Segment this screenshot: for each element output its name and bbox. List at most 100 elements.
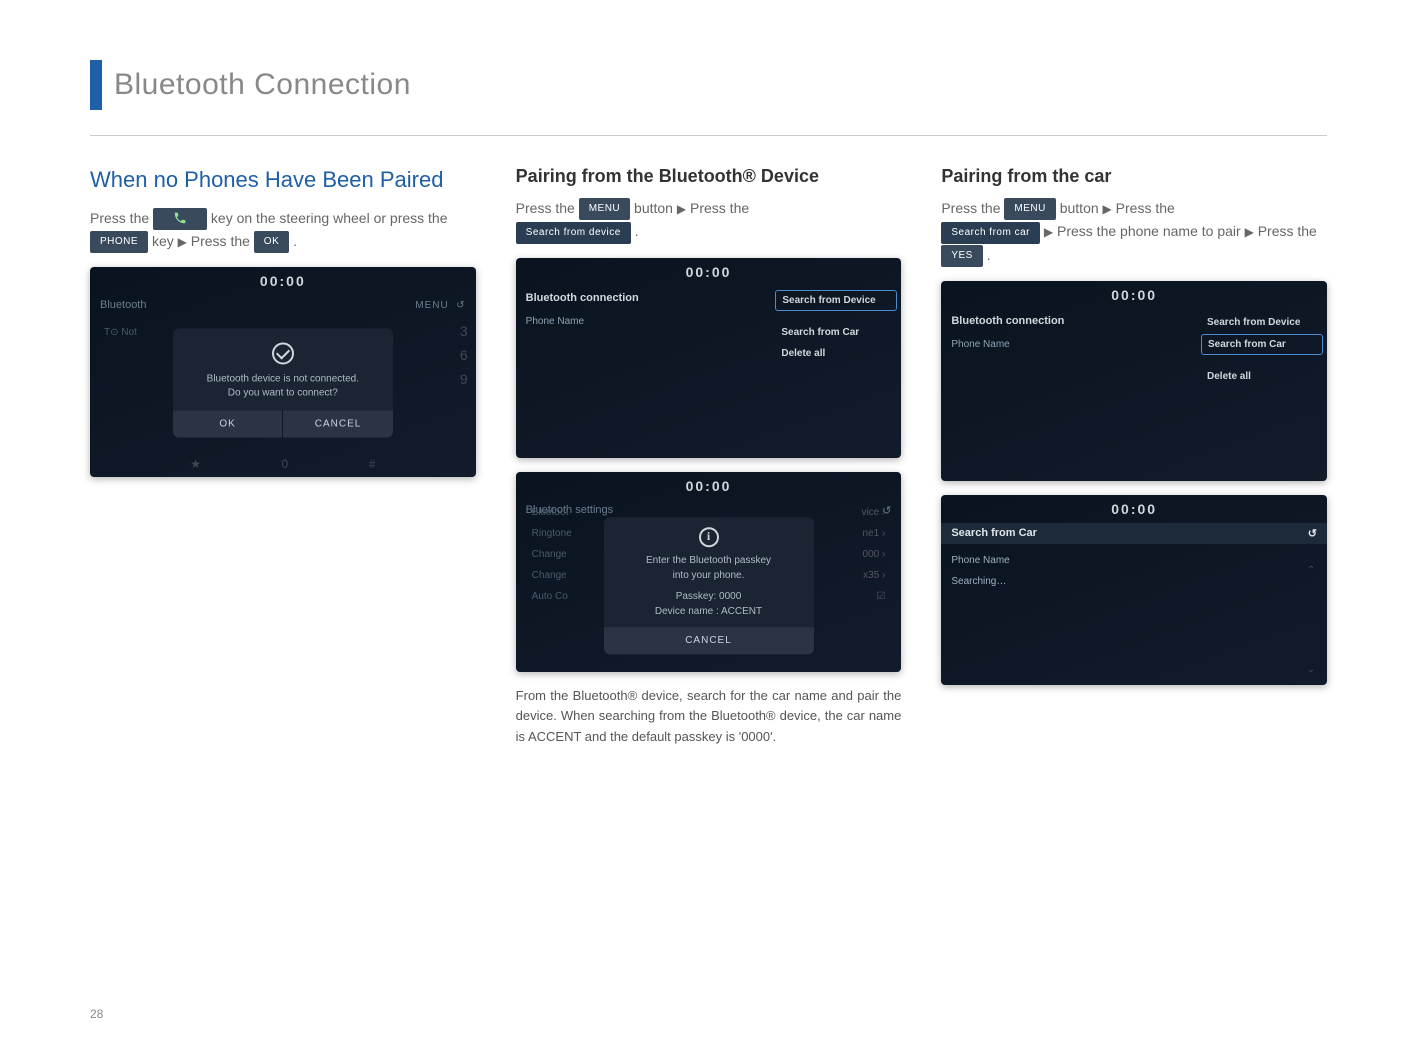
- txt: Press the: [1258, 223, 1317, 239]
- menu-search-from-car[interactable]: Search from Car: [1201, 334, 1323, 355]
- device-clock: 00:00: [941, 495, 1327, 523]
- scroll-arrows: ⌃ ⌄: [1307, 565, 1321, 675]
- list-item-searching: Searching…: [951, 571, 1317, 592]
- menu-delete-all[interactable]: Delete all: [781, 348, 891, 359]
- txt: Press the: [90, 210, 153, 226]
- header-left: Bluetooth: [100, 299, 146, 311]
- yes-key-chip: YES: [941, 245, 983, 267]
- txt: button: [1060, 200, 1103, 216]
- dialog-cancel-button[interactable]: CANCEL: [283, 410, 393, 437]
- arrow-icon: ▶: [178, 235, 187, 249]
- txt: Press the: [1116, 200, 1175, 216]
- menu-delete-all[interactable]: Delete all: [1207, 371, 1317, 382]
- keypad-star[interactable]: ★: [190, 457, 201, 471]
- bt-connection-header: Bluetooth connection: [951, 315, 1187, 327]
- column-3: Pairing from the car Press the MENU butt…: [941, 166, 1327, 748]
- keypad-0[interactable]: 0: [282, 457, 289, 471]
- txt: .: [987, 247, 991, 263]
- keypad-bottom-row: ★ 0 #: [90, 457, 476, 471]
- phone-handset-icon: [173, 211, 187, 225]
- txt: .: [293, 233, 297, 249]
- h3-pairing-from-device: Pairing from the Bluetooth® Device: [516, 166, 902, 187]
- arrow-icon: ▶: [1245, 225, 1254, 239]
- search-from-car-header: Search from Car ↺: [941, 523, 1327, 544]
- page-number: 28: [90, 1007, 103, 1021]
- bt-device-item[interactable]: Phone Name: [951, 335, 1187, 354]
- list-item[interactable]: Phone Name: [951, 550, 1317, 571]
- dialog-ok-button[interactable]: OK: [173, 410, 284, 437]
- dialog-message: Bluetooth device is not connected. Do yo…: [173, 372, 393, 410]
- arrow-icon: ▶: [1044, 225, 1053, 239]
- h2-no-phones-paired: When no Phones Have Been Paired: [90, 166, 476, 195]
- context-menu: Search from Device Search from Car Delet…: [1197, 309, 1327, 382]
- menu-label[interactable]: MENU ↺: [415, 300, 465, 311]
- device-clock: 00:00: [941, 281, 1327, 309]
- ok-key-chip: OK: [254, 231, 289, 253]
- column-1: When no Phones Have Been Paired Press th…: [90, 166, 476, 748]
- paragraph-pairing-note: From the Bluetooth® device, search for t…: [516, 686, 902, 748]
- page-header: Bluetooth Connection: [90, 60, 1327, 110]
- device-screenshot-bt-connection-menu: 00:00 Bluetooth connection Phone Name Se…: [516, 258, 902, 458]
- device-screenshot-passkey-dialog: 00:00 Bluetooth settings ↺ Bluetootvice …: [516, 472, 902, 672]
- h3-pairing-from-car: Pairing from the car: [941, 166, 1327, 187]
- menu-search-from-device[interactable]: Search from Device: [1207, 317, 1317, 328]
- check-icon: [272, 342, 294, 364]
- menu-search-from-device[interactable]: Search from Device: [775, 290, 897, 311]
- columns: When no Phones Have Been Paired Press th…: [90, 166, 1327, 748]
- title-accent-bar: [90, 60, 102, 110]
- device-clock: 00:00: [516, 258, 902, 286]
- bt-connection-header: Bluetooth connection: [526, 292, 762, 304]
- txt: Press the: [941, 200, 1004, 216]
- device-screenshot-not-connected: 00:00 Bluetooth MENU ↺ T⊙ Not 3 6 9 Blue…: [90, 267, 476, 477]
- instruction-text-1: Press the key on the steering wheel or p…: [90, 207, 476, 254]
- call-key-chip: [153, 208, 207, 230]
- menu-search-from-car[interactable]: Search from Car: [781, 327, 891, 338]
- device-screenshot-bt-connection-menu-car: 00:00 Bluetooth connection Phone Name Se…: [941, 281, 1327, 481]
- instruction-text-3: Press the MENU button ▶ Press the Search…: [941, 197, 1327, 267]
- back-icon[interactable]: ↺: [1308, 527, 1317, 540]
- divider: [90, 135, 1327, 136]
- scroll-down-icon[interactable]: ⌄: [1307, 664, 1321, 675]
- bt-connection-list: Bluetooth connection Phone Name: [516, 286, 772, 359]
- txt: Press the phone name to pair: [1057, 223, 1245, 239]
- keypad-nums: 3 6 9: [460, 323, 468, 387]
- search-result-list: Phone Name Searching…: [941, 544, 1327, 598]
- device-header: Bluetooth MENU ↺: [90, 295, 476, 315]
- dialog-buttons: OK CANCEL: [173, 410, 393, 437]
- context-menu: Search from Device Search from Car Delet…: [771, 286, 901, 359]
- scroll-up-icon[interactable]: ⌃: [1307, 565, 1321, 576]
- bt-connection-list: Bluetooth connection Phone Name: [941, 309, 1197, 382]
- txt: key on the steering wheel or press the: [211, 210, 448, 226]
- dialog-cancel-button[interactable]: CANCEL: [604, 627, 814, 654]
- keypad-hash[interactable]: #: [369, 457, 376, 471]
- device-screenshot-search-from-car: 00:00 Search from Car ↺ Phone Name Searc…: [941, 495, 1327, 685]
- txt: key: [152, 233, 178, 249]
- column-2: Pairing from the Bluetooth® Device Press…: [516, 166, 902, 748]
- txt: Press the: [191, 233, 254, 249]
- passkey-info-dialog: i Enter the Bluetooth passkey into your …: [604, 517, 814, 654]
- txt: .: [635, 223, 639, 239]
- txt: Press the: [690, 200, 749, 216]
- instruction-text-2: Press the MENU button ▶ Press the Search…: [516, 197, 902, 244]
- txt: Press the: [516, 200, 579, 216]
- menu-key-chip: MENU: [1004, 198, 1055, 220]
- keypad-6[interactable]: 6: [460, 347, 468, 363]
- device-clock: 00:00: [516, 472, 902, 500]
- search-from-car-chip: Search from car: [941, 222, 1040, 244]
- connect-dialog: Bluetooth device is not connected. Do yo…: [173, 328, 393, 437]
- bt-device-item[interactable]: Phone Name: [526, 312, 762, 331]
- dialog-message: Enter the Bluetooth passkey into your ph…: [614, 553, 804, 619]
- page-title: Bluetooth Connection: [114, 68, 411, 102]
- header-label: Search from Car: [951, 527, 1037, 540]
- arrow-icon: ▶: [677, 202, 686, 216]
- device-clock: 00:00: [90, 267, 476, 295]
- info-icon: i: [699, 527, 719, 547]
- keypad-3[interactable]: 3: [460, 323, 468, 339]
- menu-key-chip: MENU: [579, 198, 630, 220]
- txt: button: [634, 200, 677, 216]
- phone-key-chip: PHONE: [90, 231, 148, 253]
- list-item-truncated: T⊙ Not: [104, 327, 137, 338]
- keypad-9[interactable]: 9: [460, 371, 468, 387]
- arrow-icon: ▶: [1103, 202, 1112, 216]
- search-from-device-chip: Search from device: [516, 222, 631, 244]
